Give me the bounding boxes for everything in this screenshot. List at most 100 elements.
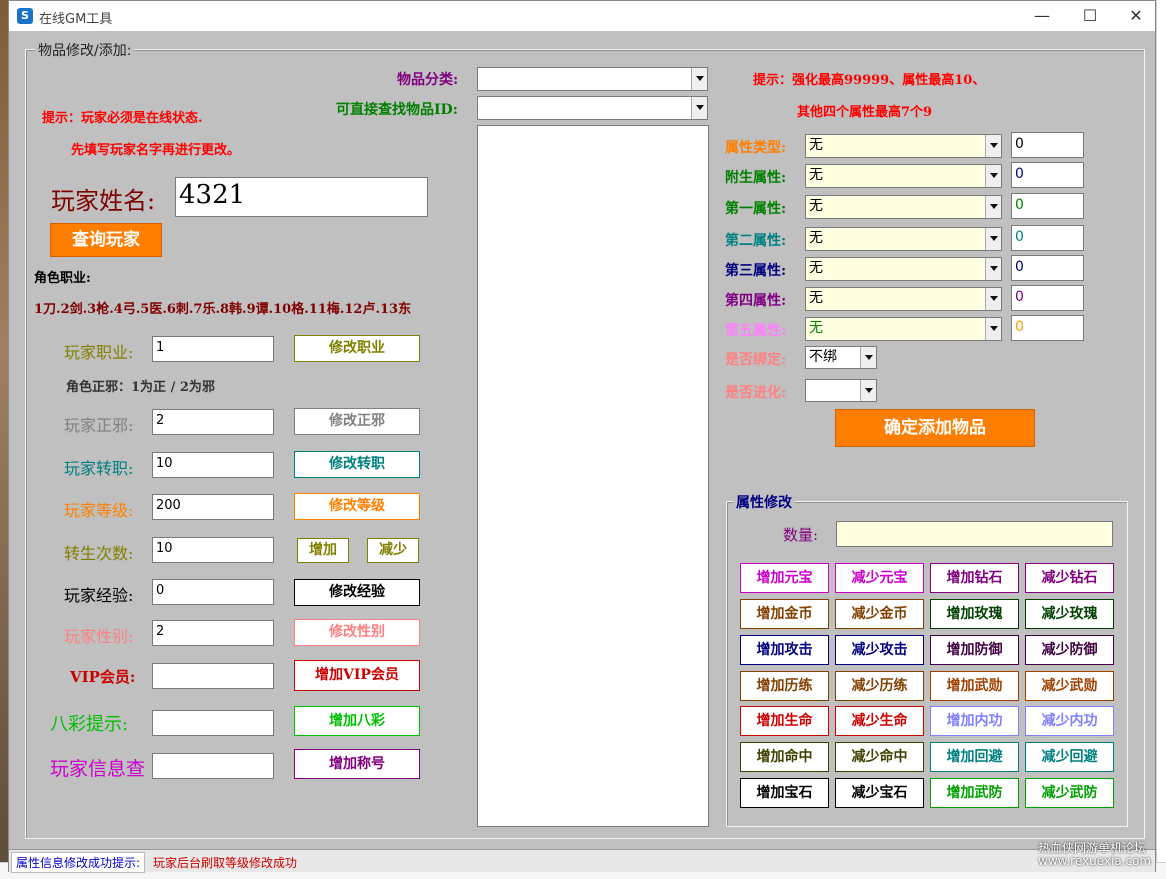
gender-input[interactable]: 2 bbox=[152, 620, 274, 646]
job-list: 1刀.2剑.3枪.4弓.5医.6刺.7乐.8韩.9谭.10格.11梅.12卢.1… bbox=[34, 302, 412, 317]
attr-button[interactable]: 增加宝石 bbox=[740, 778, 829, 808]
attr-button[interactable]: 增加防御 bbox=[930, 635, 1019, 665]
rebirth-count-label: 转生次数: bbox=[64, 544, 134, 563]
player-name-input[interactable]: 4321 bbox=[175, 177, 428, 217]
evolve-select[interactable] bbox=[805, 379, 877, 402]
attribute-number-input[interactable]: 0 bbox=[1011, 193, 1084, 219]
attribute-number-input[interactable]: 0 bbox=[1011, 225, 1084, 251]
attribute-select[interactable]: 无 bbox=[805, 257, 1002, 281]
attr-button[interactable]: 减少回避 bbox=[1025, 742, 1114, 772]
maximize-button[interactable]: ☐ bbox=[1075, 5, 1105, 27]
attr-button[interactable]: 减少元宝 bbox=[835, 563, 924, 593]
modify-alignment-button[interactable]: 修改正邪 bbox=[294, 408, 420, 435]
modify-rebirth-job-button[interactable]: 修改转职 bbox=[294, 451, 420, 478]
attribute-number-input[interactable]: 0 bbox=[1011, 132, 1084, 158]
level-input[interactable]: 200 bbox=[152, 494, 274, 520]
attr-button[interactable]: 减少武勋 bbox=[1025, 671, 1114, 701]
chevron-down-icon[interactable] bbox=[985, 258, 1001, 280]
chevron-down-icon[interactable] bbox=[860, 347, 876, 368]
chevron-down-icon[interactable] bbox=[985, 135, 1001, 157]
window-title: 在线GM工具 bbox=[39, 12, 113, 27]
chevron-down-icon[interactable] bbox=[691, 68, 707, 90]
attr-button[interactable]: 减少武防 bbox=[1025, 778, 1114, 808]
modify-level-button[interactable]: 修改等级 bbox=[294, 493, 420, 520]
attribute-select[interactable]: 无 bbox=[805, 227, 1002, 251]
chevron-down-icon[interactable] bbox=[985, 228, 1001, 250]
alignment-input[interactable]: 2 bbox=[152, 409, 274, 435]
vip-input[interactable] bbox=[152, 663, 274, 689]
rebirth-job-input[interactable]: 10 bbox=[152, 452, 274, 478]
attr-button[interactable]: 减少钻石 bbox=[1025, 563, 1114, 593]
attr-button[interactable]: 减少防御 bbox=[1025, 635, 1114, 665]
attr-button[interactable]: 增加钻石 bbox=[930, 563, 1019, 593]
attr-button[interactable]: 增加攻击 bbox=[740, 635, 829, 665]
bacai-label: 八彩提示: bbox=[50, 714, 129, 735]
chevron-down-icon[interactable] bbox=[985, 196, 1001, 218]
attr-button[interactable]: 增加元宝 bbox=[740, 563, 829, 593]
add-title-button[interactable]: 增加称号 bbox=[294, 749, 420, 779]
player-info-input[interactable] bbox=[152, 753, 274, 779]
attr-button[interactable]: 增加武防 bbox=[930, 778, 1019, 808]
attr-button[interactable]: 增加玫瑰 bbox=[930, 599, 1019, 629]
attr-button[interactable]: 增加回避 bbox=[930, 742, 1019, 772]
add-vip-button[interactable]: 增加VIP会员 bbox=[294, 660, 420, 691]
attr-button[interactable]: 减少命中 bbox=[835, 742, 924, 772]
rebirth-add-button[interactable]: 增加 bbox=[297, 538, 349, 563]
attribute-select[interactable]: 无 bbox=[805, 164, 1002, 188]
attr-button[interactable]: 减少攻击 bbox=[835, 635, 924, 665]
chevron-down-icon[interactable] bbox=[985, 165, 1001, 187]
attr-button[interactable]: 增加生命 bbox=[740, 706, 829, 736]
add-item-button[interactable]: 确定添加物品 bbox=[835, 409, 1035, 447]
attribute-select[interactable]: 无 bbox=[805, 195, 1002, 219]
modify-gender-button[interactable]: 修改性别 bbox=[294, 619, 420, 646]
attr-button[interactable]: 增加历练 bbox=[740, 671, 829, 701]
alignment-label: 玩家正邪: bbox=[64, 416, 134, 435]
bind-select[interactable]: 不绑 bbox=[805, 346, 877, 369]
attr-button[interactable]: 增加内功 bbox=[930, 706, 1019, 736]
chevron-down-icon[interactable] bbox=[985, 318, 1001, 340]
job-title: 角色职业: bbox=[34, 271, 91, 286]
rebirth-count-input[interactable]: 10 bbox=[152, 537, 274, 563]
attribute-select[interactable]: 无 bbox=[805, 317, 1002, 341]
attribute-label: 第四属性: bbox=[725, 293, 787, 309]
attr-button[interactable]: 增加金币 bbox=[740, 599, 829, 629]
attribute-number-input[interactable]: 0 bbox=[1011, 285, 1084, 311]
attribute-number-input[interactable]: 0 bbox=[1011, 315, 1084, 341]
experience-input[interactable]: 0 bbox=[152, 579, 274, 605]
attr-button[interactable]: 减少玫瑰 bbox=[1025, 599, 1114, 629]
modify-experience-button[interactable]: 修改经验 bbox=[294, 579, 420, 606]
attribute-number-input[interactable]: 0 bbox=[1011, 255, 1084, 281]
item-category-select[interactable] bbox=[477, 67, 708, 91]
modify-job-button[interactable]: 修改职业 bbox=[294, 335, 420, 362]
find-item-id-select[interactable] bbox=[477, 96, 708, 120]
attr-button[interactable]: 减少内功 bbox=[1025, 706, 1114, 736]
alignment-hint: 角色正邪：1为正 / 2为邪 bbox=[66, 380, 215, 395]
attr-button[interactable]: 减少金币 bbox=[835, 599, 924, 629]
add-bacai-button[interactable]: 增加八彩 bbox=[294, 706, 420, 736]
attr-modify-group-label: 属性修改 bbox=[733, 492, 795, 512]
chevron-down-icon[interactable] bbox=[860, 380, 876, 401]
item-listbox[interactable] bbox=[477, 125, 709, 827]
chevron-down-icon[interactable] bbox=[985, 288, 1001, 310]
background-desktop-left bbox=[0, 0, 8, 878]
attribute-select[interactable]: 无 bbox=[805, 134, 1002, 158]
hint-name-first: 先填写玩家名字再进行更改。 bbox=[71, 143, 241, 158]
minimize-button[interactable]: — bbox=[1027, 5, 1057, 27]
bacai-input[interactable] bbox=[152, 710, 274, 736]
attr-button[interactable]: 增加武勋 bbox=[930, 671, 1019, 701]
job-input[interactable]: 1 bbox=[152, 336, 274, 362]
attr-button[interactable]: 减少生命 bbox=[835, 706, 924, 736]
query-player-button[interactable]: 查询玩家 bbox=[50, 223, 162, 257]
attr-button[interactable]: 增加命中 bbox=[740, 742, 829, 772]
item-modify-group-label: 物品修改/添加: bbox=[35, 40, 135, 60]
chevron-down-icon[interactable] bbox=[691, 97, 707, 119]
quantity-input[interactable] bbox=[836, 521, 1113, 547]
attr-button[interactable]: 减少宝石 bbox=[835, 778, 924, 808]
attr-button[interactable]: 减少历练 bbox=[835, 671, 924, 701]
attribute-select[interactable]: 无 bbox=[805, 287, 1002, 311]
watermark-line2: www.rexuexia.com bbox=[1038, 854, 1152, 868]
level-label: 玩家等级: bbox=[64, 501, 134, 520]
close-button[interactable]: ✕ bbox=[1121, 5, 1151, 27]
rebirth-subtract-button[interactable]: 减少 bbox=[367, 538, 419, 563]
attribute-number-input[interactable]: 0 bbox=[1011, 162, 1084, 188]
